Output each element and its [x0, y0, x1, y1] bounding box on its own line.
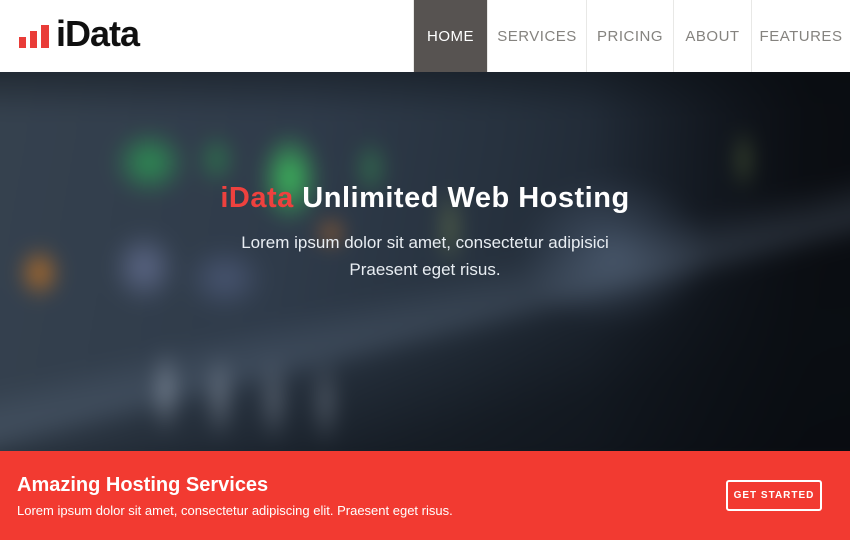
hero-subtitle: Lorem ipsum dolor sit amet, consectetur …	[0, 229, 850, 283]
logo[interactable]: iData	[0, 0, 139, 72]
hero-subtitle-line1: Lorem ipsum dolor sit amet, consectetur …	[0, 229, 850, 256]
hero-content: iData Unlimited Web Hosting Lorem ipsum …	[0, 72, 850, 283]
cta-bar: Amazing Hosting Services Lorem ipsum dol…	[0, 451, 850, 540]
bar-chart-icon	[18, 23, 50, 49]
cta-description: Lorem ipsum dolor sit amet, consectetur …	[17, 503, 453, 518]
cta-heading: Amazing Hosting Services	[17, 474, 453, 497]
hero-subtitle-line2: Praesent eget risus.	[0, 256, 850, 283]
nav-item-features[interactable]: FEATURES	[751, 0, 850, 72]
hero-title: iData Unlimited Web Hosting	[0, 182, 850, 215]
nav-item-about[interactable]: ABOUT	[673, 0, 751, 72]
cta-text-block: Amazing Hosting Services Lorem ipsum dol…	[17, 474, 453, 518]
hero-title-accent: iData	[220, 182, 293, 214]
main-nav: HOME SERVICES PRICING ABOUT FEATURES	[413, 0, 850, 72]
nav-item-home[interactable]: HOME	[413, 0, 487, 72]
nav-item-pricing[interactable]: PRICING	[586, 0, 673, 72]
get-started-button[interactable]: GET STARTED	[726, 480, 822, 511]
header: iData HOME SERVICES PRICING ABOUT FEATUR…	[0, 0, 850, 72]
logo-text: iData	[56, 16, 139, 56]
hero-title-rest: Unlimited Web Hosting	[294, 182, 630, 214]
hero-section: iData Unlimited Web Hosting Lorem ipsum …	[0, 72, 850, 451]
nav-item-services[interactable]: SERVICES	[487, 0, 586, 72]
